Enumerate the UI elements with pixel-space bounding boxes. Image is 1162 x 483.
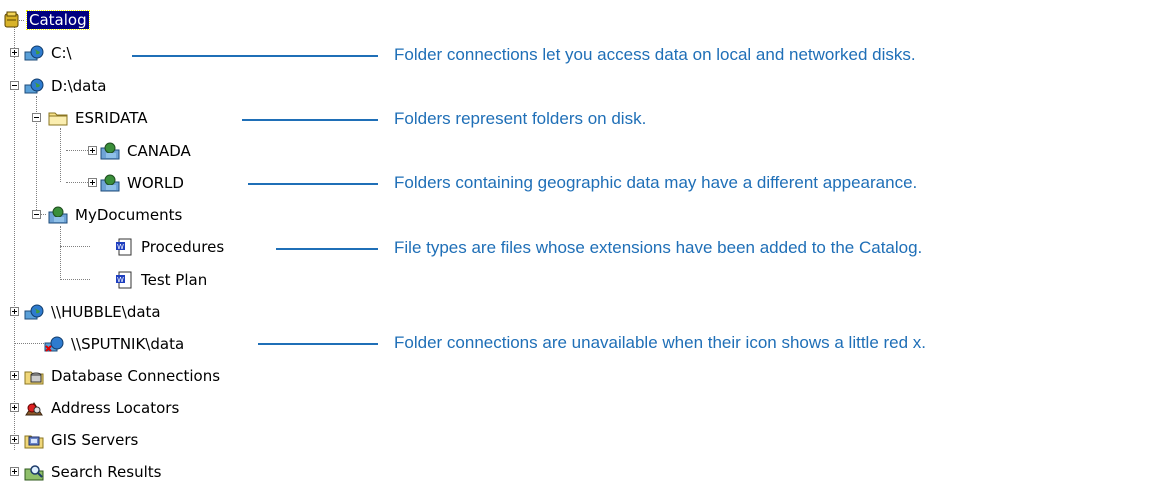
callout-file-types: File types are files whose extensions ha…: [394, 238, 923, 257]
tree-node-label: GIS Servers: [51, 431, 139, 449]
tree-node-label: Search Results: [51, 463, 162, 481]
callout-line: [258, 343, 378, 345]
tree-node-label: CANADA: [127, 142, 191, 160]
tree-node-gis-servers[interactable]: GIS Servers: [24, 429, 140, 451]
svg-text:W: W: [117, 243, 124, 251]
tree-node-label: C:\: [51, 44, 72, 62]
tree-node-canada[interactable]: CANADA: [100, 140, 193, 162]
gis-servers-icon: [24, 431, 44, 449]
tree-node-label: MyDocuments: [75, 206, 183, 224]
tree-node-label: ESRIDATA: [75, 109, 148, 127]
tree-node-address-locators[interactable]: Address Locators: [24, 397, 181, 419]
expand-toggle-world[interactable]: [88, 178, 97, 187]
tree-node-label: Procedures: [141, 238, 225, 256]
catalog-icon: [2, 11, 22, 29]
tree-node-label: \\SPUTNIK\data: [71, 335, 185, 353]
callout-line: [242, 119, 378, 121]
geographic-folder-icon: [48, 206, 68, 224]
tree-node-hubble[interactable]: \\HUBBLE\data: [24, 301, 163, 323]
collapse-toggle-d-data[interactable]: [10, 81, 19, 90]
tree-node-mydocuments[interactable]: MyDocuments: [48, 204, 184, 226]
tree-node-search-results[interactable]: Search Results: [24, 461, 163, 483]
expand-toggle-search-results[interactable]: [10, 467, 19, 476]
catalog-tree: Catalog C:\ D:\data ESRIDATA CANADA WORL…: [0, 0, 360, 483]
database-connections-icon: [24, 367, 44, 385]
tree-node-label: D:\data: [51, 77, 107, 95]
callout-line: [276, 248, 378, 250]
callout-folder-connections: Folder connections let you access data o…: [394, 45, 916, 64]
word-document-icon: W: [114, 238, 134, 256]
folder-connection-icon: [24, 77, 44, 95]
unavailable-folder-connection-icon: [44, 335, 64, 353]
expand-toggle-gis-servers[interactable]: [10, 435, 19, 444]
tree-node-db-connections[interactable]: Database Connections: [24, 365, 222, 387]
expand-toggle-canada[interactable]: [88, 146, 97, 155]
collapse-toggle-esridata[interactable]: [32, 113, 41, 122]
callout-line: [132, 55, 378, 57]
tree-node-catalog[interactable]: Catalog: [2, 9, 90, 31]
collapse-toggle-mydocuments[interactable]: [32, 210, 41, 219]
folder-icon: [48, 109, 68, 127]
tree-node-label: Address Locators: [51, 399, 180, 417]
tree-node-label: Database Connections: [51, 367, 221, 385]
callout-geographic-folders: Folders containing geographic data may h…: [394, 173, 918, 192]
expand-toggle-c-drive[interactable]: [10, 48, 19, 57]
expand-toggle-address-locators[interactable]: [10, 403, 19, 412]
tree-node-c-drive[interactable]: C:\: [24, 42, 74, 64]
tree-node-esridata[interactable]: ESRIDATA: [48, 107, 150, 129]
geographic-folder-icon: [100, 142, 120, 160]
svg-text:W: W: [117, 276, 124, 284]
callout-unavailable-connections: Folder connections are unavailable when …: [394, 333, 927, 352]
tree-node-test-plan[interactable]: W Test Plan: [114, 269, 209, 291]
search-results-icon: [24, 463, 44, 481]
tree-node-label: WORLD: [127, 174, 184, 192]
tree-node-world[interactable]: WORLD: [100, 172, 186, 194]
callout-line: [248, 183, 378, 185]
tree-node-sputnik[interactable]: \\SPUTNIK\data: [44, 333, 186, 355]
folder-connection-icon: [24, 44, 44, 62]
tree-node-label: Catalog: [26, 10, 90, 30]
word-document-icon: W: [114, 271, 134, 289]
callout-folders: Folders represent folders on disk.: [394, 109, 647, 128]
tree-node-d-data[interactable]: D:\data: [24, 75, 108, 97]
expand-toggle-hubble[interactable]: [10, 307, 19, 316]
tree-node-label: Test Plan: [141, 271, 208, 289]
tree-node-procedures[interactable]: W Procedures: [114, 236, 226, 258]
geographic-folder-icon: [100, 174, 120, 192]
address-locators-icon: [24, 399, 44, 417]
expand-toggle-db-connections[interactable]: [10, 371, 19, 380]
tree-node-label: \\HUBBLE\data: [51, 303, 161, 321]
folder-connection-icon: [24, 303, 44, 321]
